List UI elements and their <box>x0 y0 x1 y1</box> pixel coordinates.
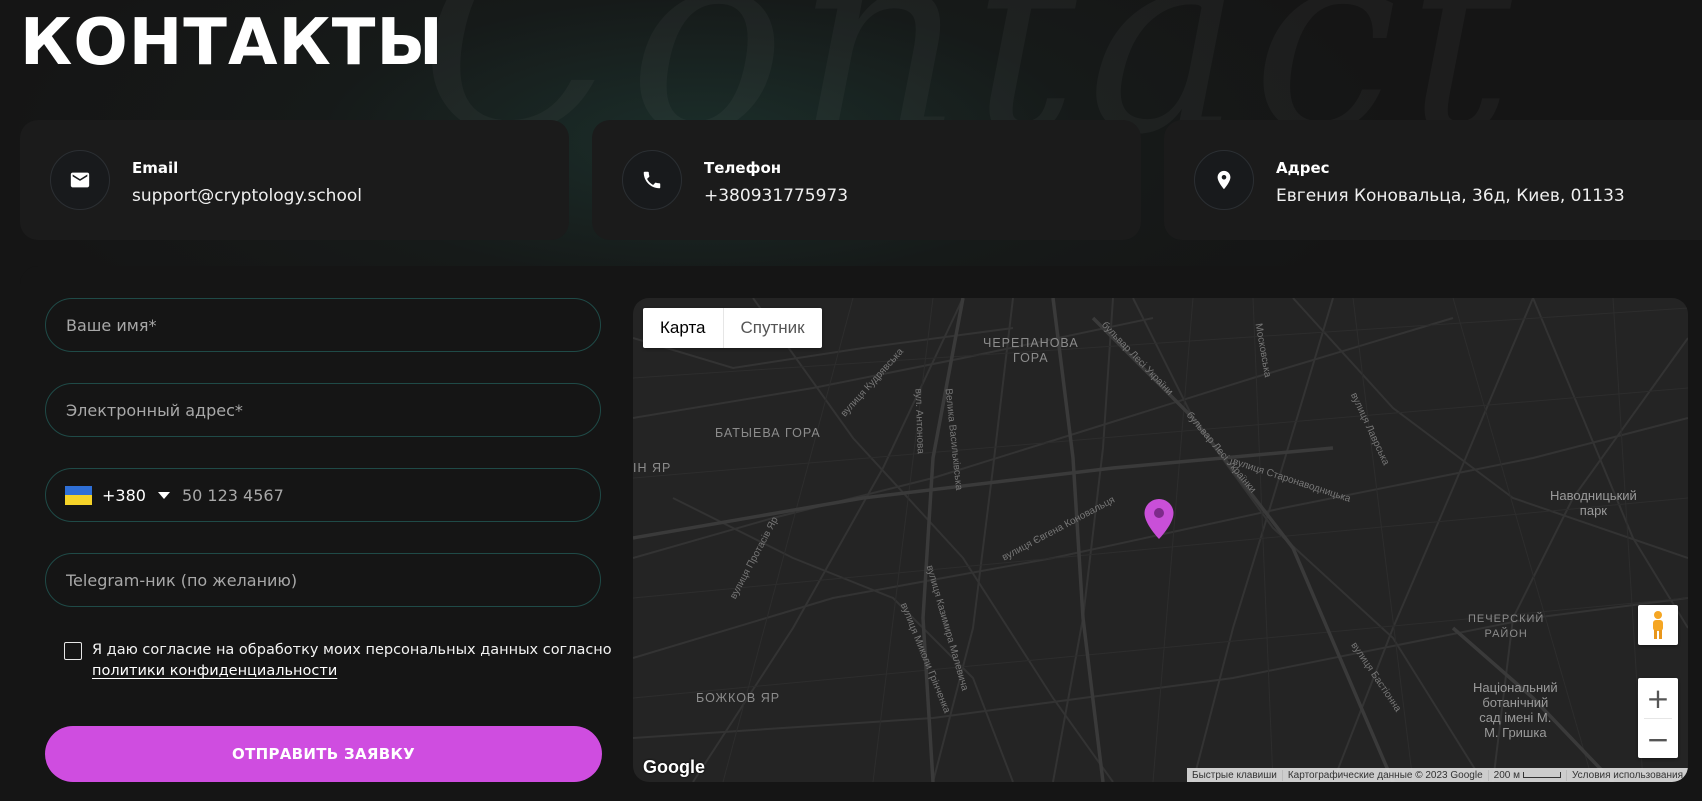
address-value: Евгения Коновальца, 36д, Киев, 01133 <box>1276 186 1625 206</box>
phone-card: Телефон +380931775973 <box>592 120 1141 240</box>
map-label-bozhkov: БОЖКОВ ЯР <box>696 691 781 705</box>
page-title: КОНТАКТЫ <box>20 6 444 80</box>
map-label-yar: ІН ЯР <box>633 461 672 475</box>
google-map[interactable]: Карта Спутник ЧЕРЕПАНОВА ГОРА БАТЫЕВА ГО… <box>633 298 1688 782</box>
telegram-field <box>45 553 601 607</box>
phone-field: +380 <box>45 468 601 522</box>
map-label-botanic: Національний ботанічний сад імені М. М. … <box>1473 680 1558 740</box>
name-field <box>45 298 601 352</box>
contacts-page: Contact КОНТАКТЫ Email support@cryptolog… <box>0 0 1702 801</box>
street-view-pegman[interactable] <box>1638 605 1678 645</box>
map-label-pechersk: ПЕЧЕРСКИЙ РАЙОН <box>1468 613 1545 640</box>
location-pin-icon <box>1194 150 1254 210</box>
map-type-map-button[interactable]: Карта <box>643 308 723 348</box>
email-value[interactable]: support@cryptology.school <box>132 186 362 206</box>
consent-label: Я даю согласие на обработку моих персона… <box>92 642 612 658</box>
zoom-out-button[interactable]: − <box>1638 719 1678 759</box>
google-logo: Google <box>643 757 705 777</box>
email-field <box>45 383 601 437</box>
address-label: Адрес <box>1276 159 1330 177</box>
map-type-control: Карта Спутник <box>643 308 822 348</box>
keyboard-shortcuts-link[interactable]: Быстрые клавиши <box>1187 770 1282 781</box>
consent-text: Я даю согласие на обработку моих персона… <box>92 640 632 682</box>
pegman-icon <box>1653 611 1663 639</box>
phone-value[interactable]: +380931775973 <box>704 186 848 206</box>
zoom-in-button[interactable]: + <box>1638 678 1678 718</box>
map-type-satellite-button[interactable]: Спутник <box>722 308 822 348</box>
dial-code: +380 <box>102 485 146 505</box>
phone-icon <box>622 150 682 210</box>
consent-checkbox[interactable] <box>64 642 82 660</box>
map-scale[interactable]: 200 м <box>1487 769 1566 781</box>
phone-label: Телефон <box>704 159 782 177</box>
email-input[interactable] <box>46 384 600 436</box>
email-card: Email support@cryptology.school <box>20 120 569 240</box>
telegram-input[interactable] <box>46 554 600 606</box>
address-card: Адрес Евгения Коновальца, 36д, Киев, 011… <box>1164 120 1702 240</box>
email-label: Email <box>132 159 179 177</box>
map-data-credit: Картографические данные © 2023 Google <box>1281 769 1488 781</box>
privacy-policy-link[interactable]: политики конфиденциальности <box>92 663 337 679</box>
street-label: вул. Антонова <box>912 388 926 454</box>
envelope-icon <box>50 150 110 210</box>
phone-input[interactable] <box>169 469 600 521</box>
map-label-cherepanova: ЧЕРЕПАНОВА ГОРА <box>983 336 1079 365</box>
country-code-selector[interactable]: +380 <box>46 469 170 521</box>
ua-flag-icon <box>65 485 92 505</box>
map-label-navodnytskyi: Наводницький парк <box>1550 488 1637 518</box>
zoom-control: + − <box>1638 678 1678 758</box>
map-label-batyeva: БАТЫЕВА ГОРА <box>715 426 821 440</box>
map-marker-icon[interactable] <box>1143 498 1175 540</box>
chevron-down-icon <box>157 491 170 499</box>
terms-link[interactable]: Условия использования <box>1566 769 1688 781</box>
map-attribution: Быстрые клавиши Картографические данные … <box>1187 768 1688 782</box>
name-input[interactable] <box>46 299 600 351</box>
submit-button[interactable]: ОТПРАВИТЬ ЗАЯВКУ <box>45 726 602 782</box>
